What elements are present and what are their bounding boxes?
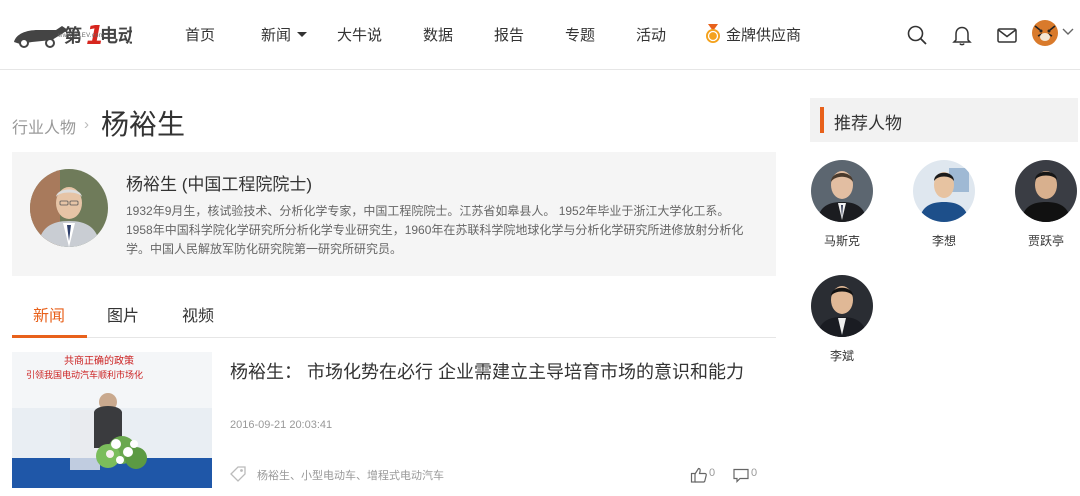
person-name: 马斯克 xyxy=(823,234,860,248)
medal-icon xyxy=(706,24,720,43)
person-name: 李斌 xyxy=(829,349,854,363)
caret-down-icon xyxy=(297,31,308,37)
breadcrumb-separator: › xyxy=(84,116,89,133)
svg-text:电动: 电动 xyxy=(100,25,132,47)
bell-icon[interactable] xyxy=(951,24,973,46)
chevron-down-icon[interactable] xyxy=(1062,27,1074,37)
person-card-lixiang[interactable]: 李想 xyxy=(904,160,984,249)
comment-count: 0 xyxy=(751,467,758,479)
tab-news[interactable]: 新闻 xyxy=(33,302,65,326)
nav-events[interactable]: 活动 xyxy=(636,24,666,45)
person-avatar xyxy=(811,160,873,222)
profile-name: 杨裕生 (中国工程院院士) xyxy=(126,175,313,194)
profile-bio: 1932年9月生，核试验技术、分析化学专家，中国工程院院士。江苏省如皋县人。 1… xyxy=(126,204,744,256)
mail-icon[interactable] xyxy=(996,24,1018,46)
like-count: 0 xyxy=(709,467,716,479)
person-card-musk[interactable]: 马斯克 xyxy=(802,160,882,249)
person-avatar xyxy=(913,160,975,222)
nav-data[interactable]: 数据 xyxy=(423,24,453,45)
thumbnail-caption-2: 引领我国电动汽车顺利市场化 xyxy=(26,369,143,381)
nav-daniu[interactable]: 大牛说 xyxy=(337,24,382,45)
recommended-people-header: 推荐人物 xyxy=(810,98,1078,142)
page-title: 杨裕生 xyxy=(101,109,186,140)
top-navigation-bar: 第 1 电动 www.D1EV.com 首页 新闻 大牛说 数据 报告 专题 活… xyxy=(0,0,1080,70)
article-tags[interactable]: 杨裕生、小型电动车、增程式电动汽车 xyxy=(257,467,444,483)
nav-gold-suppliers[interactable]: 金牌供应商 xyxy=(726,24,801,45)
person-card-libin[interactable]: 李斌 xyxy=(802,275,882,364)
tab-videos[interactable]: 视频 xyxy=(182,302,214,326)
accent-bar xyxy=(820,107,824,133)
article-title[interactable]: 杨裕生： 市场化势在必行 企业需建立主导培育市场的意识和能力 xyxy=(230,358,744,384)
nav-news[interactable]: 新闻 xyxy=(261,24,308,45)
person-avatar xyxy=(1015,160,1077,222)
tag-icon xyxy=(230,466,246,482)
person-avatar xyxy=(811,275,873,337)
logo-url: www.D1EV.com xyxy=(58,33,105,39)
sidebar-title: 推荐人物 xyxy=(834,114,902,133)
person-card-jiayueting[interactable]: 贾跃亭 xyxy=(1006,160,1080,249)
active-tab-indicator xyxy=(12,335,87,338)
tab-pictures[interactable]: 图片 xyxy=(107,302,139,326)
profile-card: 杨裕生 (中国工程院院士) 1932年9月生，核试验技术、分析化学专家，中国工程… xyxy=(12,152,776,276)
nav-reports[interactable]: 报告 xyxy=(494,24,524,45)
nav-news-label: 新闻 xyxy=(261,27,292,44)
profile-photo xyxy=(30,169,108,247)
content-tabs: 新闻 图片 视频 xyxy=(12,290,776,338)
comment-icon[interactable] xyxy=(732,466,750,484)
article-timestamp: 2016-09-21 20:03:41 xyxy=(230,419,333,431)
user-avatar[interactable] xyxy=(1032,20,1058,46)
nav-home[interactable]: 首页 xyxy=(185,24,215,45)
thumbnail-caption-1: 共商正确的政策 xyxy=(64,354,134,367)
person-name: 李想 xyxy=(931,234,956,248)
search-icon[interactable] xyxy=(906,24,928,46)
breadcrumb-parent[interactable]: 行业人物 xyxy=(12,114,76,138)
article-thumbnail[interactable]: 共商正确的政策 引领我国电动汽车顺利市场化 xyxy=(12,352,212,488)
thumbs-up-icon[interactable] xyxy=(690,466,708,484)
nav-topics[interactable]: 专题 xyxy=(565,24,595,45)
person-name: 贾跃亭 xyxy=(1027,234,1064,248)
